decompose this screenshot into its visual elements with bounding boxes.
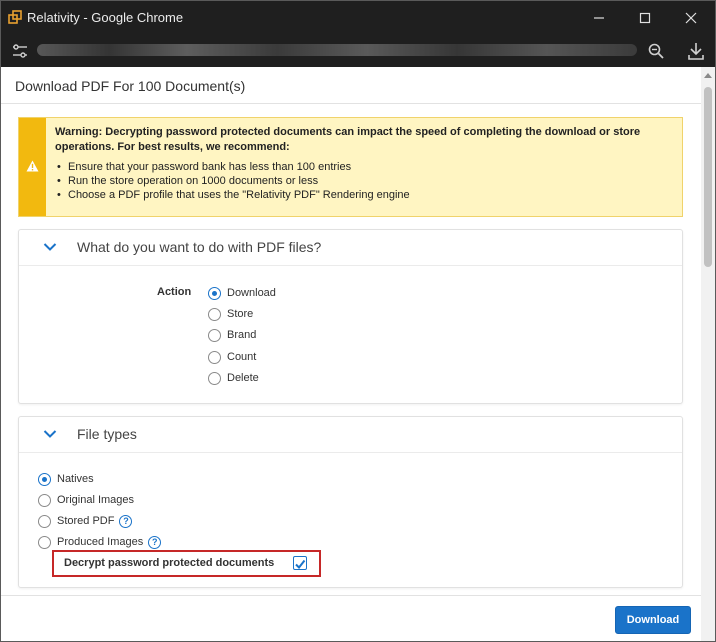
minimize-icon: [594, 17, 604, 19]
divider: [1, 595, 701, 596]
scrollbar-thumb[interactable]: [704, 87, 712, 267]
chevron-down-icon[interactable]: [43, 429, 57, 439]
radio-button[interactable]: [208, 307, 221, 321]
close-button[interactable]: [668, 1, 714, 35]
radio-option-delete[interactable]: Delete: [208, 370, 259, 386]
maximize-icon: [639, 12, 651, 24]
radio-button[interactable]: [38, 535, 51, 549]
scroll-up-arrow-icon[interactable]: [704, 73, 712, 78]
title-bar: Relativity - Google Chrome: [1, 1, 715, 35]
divider: [1, 103, 701, 104]
warning-item: Ensure that your password bank has less …: [55, 160, 675, 174]
browser-window: Relativity - Google Chrome Download PDF …: [0, 0, 716, 642]
radio-label: Delete: [227, 372, 259, 384]
radio-label: Original Images: [57, 494, 135, 506]
radio-option-natives[interactable]: Natives: [38, 471, 94, 487]
close-icon: [685, 12, 697, 24]
warning-text: Warning: Decrypting password protected d…: [55, 125, 675, 202]
warning-triangle-icon: [26, 160, 39, 172]
address-bar: [1, 35, 715, 67]
radio-label: Natives: [57, 473, 94, 485]
radio-label: Brand: [227, 329, 257, 341]
warning-strip: [19, 118, 46, 216]
action-section-header[interactable]: What do you want to do with PDF files?: [19, 230, 682, 266]
help-icon[interactable]: ?: [119, 514, 133, 528]
radio-label: Produced Images: [57, 536, 144, 548]
file-types-section: File types Natives Original Images Store…: [18, 416, 683, 588]
relativity-app-icon: [8, 10, 22, 24]
decrypt-label: Decrypt password protected documents: [64, 557, 275, 569]
action-label: Action: [157, 286, 192, 298]
radio-label: Download: [227, 287, 276, 299]
radio-label: Stored PDF: [57, 515, 115, 527]
warning-banner: Warning: Decrypting password protected d…: [18, 117, 683, 217]
url-field[interactable]: [37, 44, 637, 56]
radio-option-brand[interactable]: Brand: [208, 327, 256, 343]
minimize-button[interactable]: [576, 1, 622, 35]
radio-button[interactable]: [208, 371, 221, 385]
warning-item: Run the store operation on 1000 document…: [55, 174, 675, 188]
scrollbar[interactable]: [701, 67, 715, 641]
radio-label: Count: [227, 351, 257, 363]
radio-button[interactable]: [208, 286, 221, 300]
checkmark-icon: [295, 559, 306, 570]
radio-button[interactable]: [208, 350, 221, 364]
warning-list: Ensure that your password bank has less …: [55, 160, 675, 202]
radio-option-original-images[interactable]: Original Images: [38, 492, 134, 508]
dialog-title: Download PDF For 100 Document(s): [15, 78, 246, 94]
radio-option-produced-images[interactable]: Produced Images ?: [38, 534, 162, 550]
radio-button[interactable]: [208, 328, 221, 342]
window-title: Relativity - Google Chrome: [27, 10, 184, 25]
radio-button[interactable]: [38, 472, 51, 486]
zoom-icon[interactable]: [647, 42, 665, 60]
chevron-down-icon[interactable]: [43, 242, 57, 252]
help-icon[interactable]: ?: [148, 535, 162, 549]
decrypt-option-highlight: Decrypt password protected documents: [52, 550, 321, 577]
decrypt-checkbox[interactable]: [293, 556, 307, 570]
radio-option-stored-pdf[interactable]: Stored PDF ?: [38, 513, 133, 529]
action-section-title: What do you want to do with PDF files?: [77, 239, 322, 255]
site-info-icon[interactable]: [11, 42, 29, 60]
radio-option-store[interactable]: Store: [208, 306, 253, 322]
radio-button[interactable]: [38, 493, 51, 507]
file-types-section-title: File types: [77, 426, 137, 442]
radio-option-count[interactable]: Count: [208, 349, 256, 365]
action-section: What do you want to do with PDF files? A…: [18, 229, 683, 404]
file-types-section-header[interactable]: File types: [19, 417, 682, 453]
radio-button[interactable]: [38, 514, 51, 528]
download-icon[interactable]: [687, 41, 705, 61]
warning-item: Choose a PDF profile that uses the "Rela…: [55, 188, 675, 202]
radio-label: Store: [227, 308, 254, 320]
warning-heading: Warning: Decrypting password protected d…: [55, 126, 641, 153]
radio-option-download[interactable]: Download: [208, 285, 276, 301]
dialog-page: Download PDF For 100 Document(s) Warning…: [1, 67, 701, 641]
download-button[interactable]: Download: [615, 606, 691, 634]
maximize-button[interactable]: [622, 1, 668, 35]
